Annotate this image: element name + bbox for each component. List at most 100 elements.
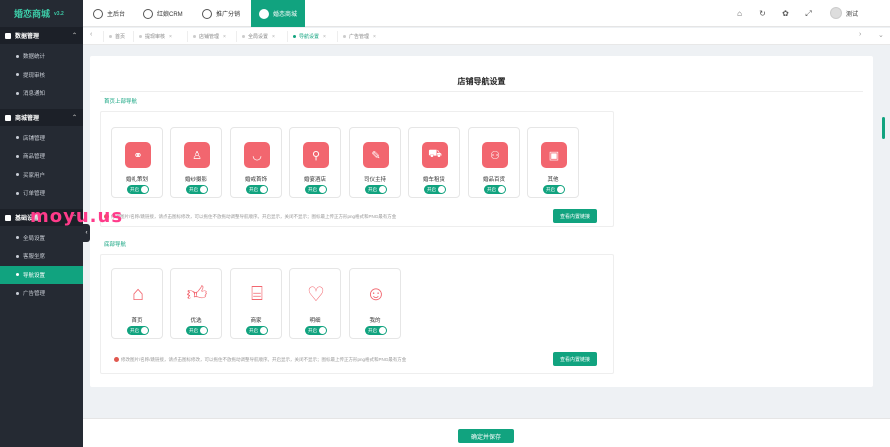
- nav-card[interactable]: ✎ 司仪主持 开启: [349, 127, 401, 198]
- nav-card-label: 优选: [190, 318, 202, 324]
- tab-ads[interactable]: 广告管理 ×: [337, 31, 381, 42]
- visibility-toggle[interactable]: 开启: [186, 185, 208, 194]
- visibility-toggle[interactable]: 开启: [365, 185, 387, 194]
- visibility-toggle[interactable]: 开启: [484, 185, 506, 194]
- visibility-toggle[interactable]: 开启: [186, 326, 208, 335]
- brand-version: v3.2: [54, 10, 64, 17]
- top-nav-hint: 修改图片/名称/跳链接，请点击图标修改，可以拖住不放拖动调整导航顺序。开启显示，…: [104, 214, 396, 220]
- fullscreen-icon[interactable]: ⤢: [804, 9, 813, 18]
- app-tab-label: 红娘CRM: [157, 12, 183, 18]
- close-icon[interactable]: ×: [373, 34, 376, 40]
- nav-card-label: 婚戒首饰: [244, 177, 267, 183]
- close-icon[interactable]: ×: [323, 34, 326, 40]
- nav-card[interactable]: 👍︎ 优选 开启: [170, 268, 222, 339]
- visibility-toggle[interactable]: 开启: [246, 185, 268, 194]
- palette-icon[interactable]: ✿: [781, 9, 790, 18]
- bottom-nav-hint: 修改图片/名称/跳链接，请点击图标修改，可以拖住不放拖动调整导航顺序。开启显示，…: [114, 357, 406, 363]
- visibility-toggle[interactable]: 开启: [543, 185, 565, 194]
- refresh-icon[interactable]: ↻: [758, 9, 767, 18]
- sidebar-item-nav[interactable]: 导航设置: [0, 265, 83, 284]
- store-icon: ⌸: [251, 282, 263, 305]
- warning-icon: [114, 357, 119, 363]
- sidebar-item-withdraw[interactable]: 提现审核: [0, 66, 83, 85]
- page-tabs: ‹ 首页 提现审核 × 店铺管理 × 全局设置 × 导航设置 × 广告管理 × › ⌄: [83, 28, 890, 45]
- visibility-toggle[interactable]: 开启: [365, 326, 387, 335]
- bottom-nav-label: 底部导航: [104, 242, 127, 248]
- dress-icon: ♙: [184, 142, 210, 168]
- sidebar-item-buyers[interactable]: 买家用户: [0, 166, 83, 185]
- tab-label: 店铺管理: [199, 34, 220, 40]
- app-tab-crm[interactable]: 红娘CRM: [143, 0, 183, 27]
- page-title: 店铺导航设置: [457, 77, 506, 86]
- visibility-toggle[interactable]: 开启: [127, 326, 149, 335]
- nav-card[interactable]: ♙ 婚纱摄影 开启: [170, 127, 222, 198]
- grid-icon: [5, 33, 11, 40]
- nav-card[interactable]: ♡ 明细 开启: [289, 268, 341, 339]
- save-button[interactable]: 确定并保存: [458, 429, 514, 443]
- chevron-down-icon[interactable]: ⌄: [878, 31, 884, 39]
- sidebar-item-products[interactable]: 商品管理: [0, 147, 83, 166]
- visibility-toggle[interactable]: 开启: [127, 185, 149, 194]
- close-icon[interactable]: ×: [223, 34, 226, 40]
- nav-card[interactable]: ⌂ 首页 开启: [111, 268, 163, 339]
- chevron-right-icon[interactable]: ›: [859, 31, 861, 38]
- app-tab-main[interactable]: 主后台: [93, 0, 125, 27]
- tab-home[interactable]: 首页: [103, 31, 130, 42]
- nav-card[interactable]: ☺ 我的 开启: [349, 268, 401, 339]
- visibility-toggle[interactable]: 开启: [305, 326, 327, 335]
- nav-card-label: 司仪主持: [363, 177, 386, 183]
- heart-icon: [143, 8, 153, 19]
- section-title: 数据管理: [15, 34, 40, 40]
- nav-card-label: 我的: [369, 318, 381, 324]
- nav-card[interactable]: ⚭ 婚礼策划 开启: [111, 127, 163, 198]
- visibility-toggle[interactable]: 开启: [246, 326, 268, 335]
- tab-withdraw[interactable]: 提现审核 ×: [133, 31, 177, 42]
- scrollbar[interactable]: [882, 117, 885, 139]
- chevron-up-icon: ⌃: [71, 114, 77, 121]
- car-icon: ⛟: [422, 142, 448, 168]
- user-menu[interactable]: 测试: [830, 7, 858, 19]
- visibility-toggle[interactable]: 开启: [424, 185, 446, 194]
- tab-global[interactable]: 全局设置 ×: [236, 31, 280, 42]
- divider: [100, 91, 863, 92]
- view-links-button[interactable]: 查看内置链接: [553, 209, 597, 223]
- thumbs-up-icon: 👍︎: [186, 283, 208, 305]
- tab-stores[interactable]: 店铺管理 ×: [187, 31, 231, 42]
- close-icon[interactable]: ×: [272, 34, 275, 40]
- sidebar-item-notify[interactable]: 消息通知: [0, 84, 83, 103]
- sidebar-item-orders[interactable]: 订单管理: [0, 184, 83, 203]
- tab-nav-settings[interactable]: 导航设置 ×: [287, 31, 331, 42]
- home-icon: [93, 8, 103, 19]
- nav-card[interactable]: ⛟ 婚车租赁 开启: [408, 127, 460, 198]
- view-links-button[interactable]: 查看内置链接: [553, 352, 597, 366]
- nav-card[interactable]: ⌸ 商家 开启: [230, 268, 282, 339]
- sidebar-item-stores[interactable]: 店铺管理: [0, 129, 83, 148]
- app-tab-label: 推广分销: [216, 12, 241, 18]
- sidebar-item-stats[interactable]: 数据统计: [0, 47, 83, 66]
- sidebar-section-mall[interactable]: 商城管理 ⌃: [0, 108, 83, 126]
- close-icon[interactable]: ×: [169, 34, 172, 40]
- nav-card[interactable]: ⚇ 婚品百货 开启: [468, 127, 520, 198]
- gear-icon: [5, 214, 11, 221]
- top-nav-label: 首页上部导航: [104, 99, 138, 105]
- sidebar-item-ads[interactable]: 广告管理: [0, 284, 83, 303]
- tab-label: 广告管理: [349, 34, 370, 40]
- box-icon: ▣: [541, 142, 567, 168]
- nav-card-label: 首页: [131, 318, 143, 324]
- nav-card[interactable]: ⚲ 婚宴酒店 开启: [289, 127, 341, 198]
- home-icon[interactable]: ⌂: [735, 9, 744, 18]
- sidebar-section-data[interactable]: 数据管理 ⌃: [0, 27, 83, 44]
- chevron-left-icon[interactable]: ‹: [90, 31, 92, 38]
- nav-settings-panel: 店铺导航设置 首页上部导航 ⚭ 婚礼策划 开启 ♙ 婚纱摄影 开启 ◡ 婚戒首饰…: [90, 56, 873, 387]
- sidebar-item-global[interactable]: 全局设置: [0, 229, 83, 248]
- nav-card[interactable]: ▣ 其他 开启: [527, 127, 579, 198]
- sidebar-item-service[interactable]: 客服坐席: [0, 247, 83, 266]
- app-tab-promo[interactable]: 推广分销: [202, 0, 240, 27]
- app-tab-mall[interactable]: 婚恋商城: [251, 0, 306, 27]
- hint-text: 修改图片/名称/跳链接，请点击图标修改，可以拖住不放拖动调整导航顺序。开启显示，…: [111, 214, 397, 219]
- brand: 婚恋商城 v3.2: [0, 0, 83, 27]
- nav-card-label: 明细: [309, 318, 321, 324]
- share-icon: [202, 8, 212, 19]
- nav-card[interactable]: ◡ 婚戒首饰 开启: [230, 127, 282, 198]
- visibility-toggle[interactable]: 开启: [305, 185, 327, 194]
